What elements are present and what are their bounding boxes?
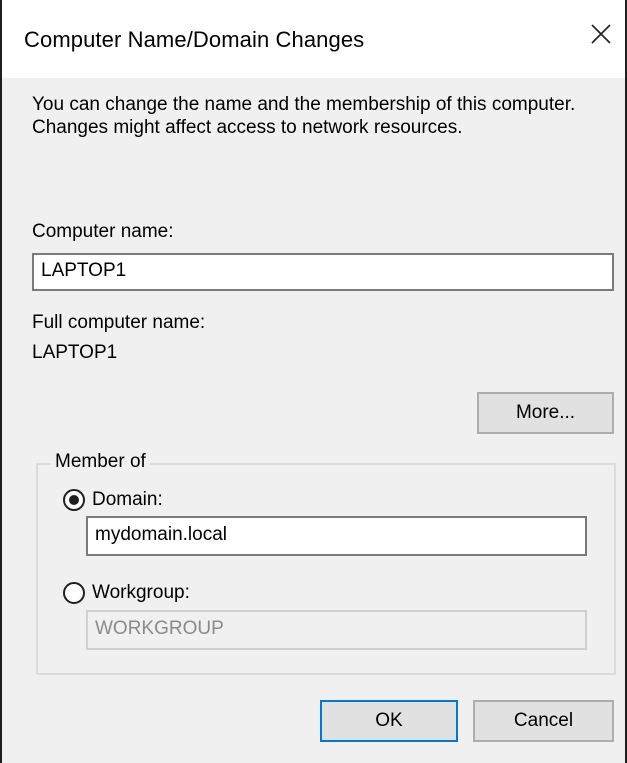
workgroup-input: WORKGROUP bbox=[86, 610, 587, 650]
domain-radio-label[interactable]: Domain: bbox=[92, 489, 163, 511]
full-computer-name-label: Full computer name: bbox=[32, 312, 206, 333]
computer-name-dialog: Computer Name/Domain Changes You can cha… bbox=[0, 0, 627, 763]
close-button[interactable] bbox=[579, 12, 623, 56]
window-title: Computer Name/Domain Changes bbox=[24, 27, 365, 52]
workgroup-radio[interactable] bbox=[63, 582, 85, 604]
radio-selected-dot bbox=[69, 495, 79, 505]
domain-input[interactable]: mydomain.local bbox=[86, 516, 587, 556]
cancel-button[interactable]: Cancel bbox=[473, 700, 614, 742]
title-bar: Computer Name/Domain Changes bbox=[2, 0, 625, 78]
workgroup-radio-label[interactable]: Workgroup: bbox=[92, 582, 190, 604]
computer-name-label: Computer name: bbox=[32, 221, 174, 242]
full-computer-name-value: LAPTOP1 bbox=[32, 342, 118, 363]
ok-button[interactable]: OK bbox=[320, 700, 458, 742]
member-of-legend: Member of bbox=[51, 451, 150, 473]
close-icon bbox=[591, 24, 611, 44]
more-button[interactable]: More... bbox=[477, 392, 614, 434]
computer-name-input[interactable]: LAPTOP1 bbox=[32, 253, 614, 291]
description-text: You can change the name and the membersh… bbox=[32, 94, 576, 138]
domain-radio[interactable] bbox=[63, 489, 85, 511]
